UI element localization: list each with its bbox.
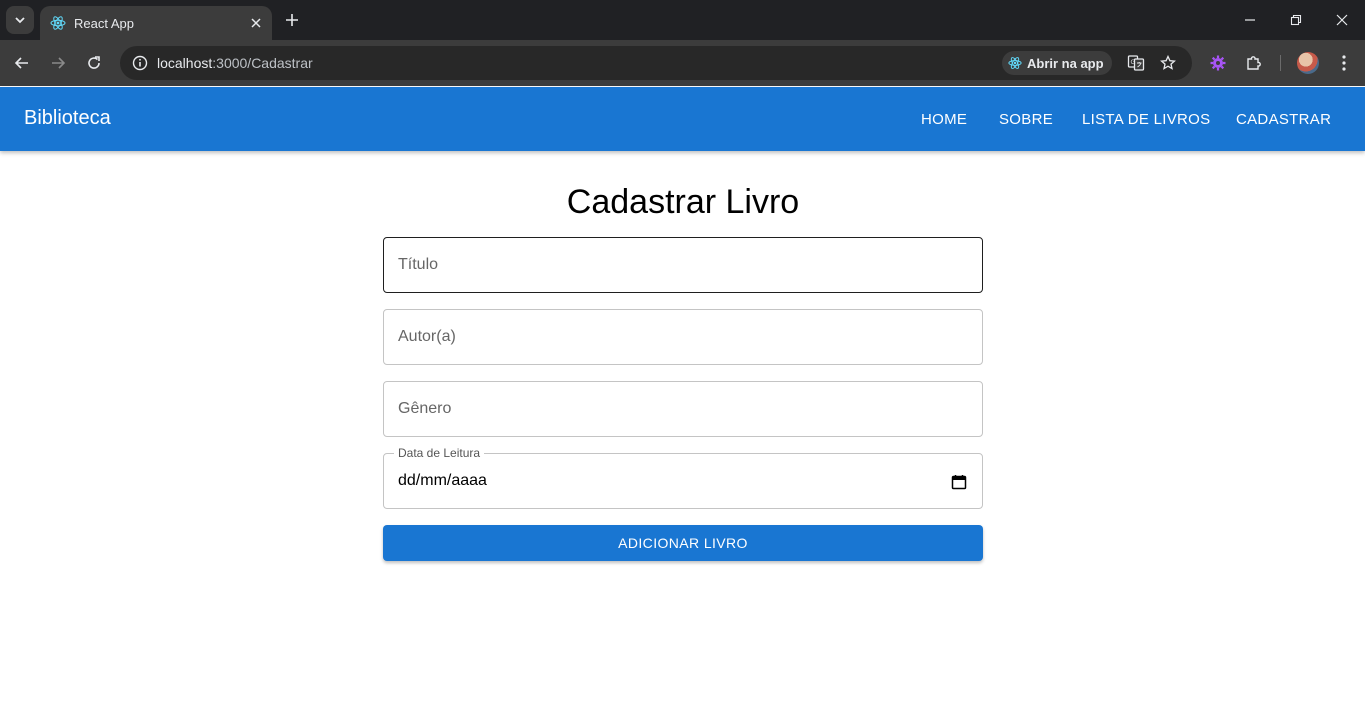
reload-icon — [88, 56, 100, 69]
minimize-window-button[interactable] — [1238, 8, 1262, 32]
profile-avatar[interactable] — [1297, 52, 1319, 74]
tab-title: React App — [74, 15, 134, 31]
react-logo-icon — [1008, 56, 1022, 70]
calendar-icon[interactable] — [950, 473, 968, 491]
browser-menu-button[interactable] — [1332, 51, 1356, 75]
forward-button[interactable] — [46, 51, 70, 75]
extensions-puzzle-icon[interactable] — [1242, 51, 1266, 75]
page-title: Cadastrar Livro — [566, 183, 800, 221]
back-button[interactable] — [10, 51, 34, 75]
svg-text:G: G — [1131, 59, 1136, 66]
tab-close-icon[interactable] — [246, 13, 266, 33]
new-tab-button[interactable] — [280, 8, 304, 32]
react-logo-icon — [50, 15, 66, 31]
address-bar[interactable]: localhost:3000/Cadastrar Abrir na app G — [120, 46, 1192, 80]
arrow-right-icon — [52, 57, 66, 69]
bookmark-star-icon[interactable] — [1156, 51, 1180, 75]
nav-link-lista-de-livros[interactable]: LISTA DE LIVROS — [1082, 111, 1210, 128]
browser-tab[interactable]: React App — [40, 6, 272, 40]
close-icon — [1336, 14, 1348, 26]
open-in-app-label: Abrir na app — [1027, 55, 1104, 71]
chevron-down-icon — [15, 17, 25, 24]
extension-gear-icon[interactable] — [1206, 51, 1230, 75]
genero-placeholder: Gênero — [398, 400, 452, 417]
tab-search-button[interactable] — [6, 6, 34, 34]
data-leitura-field[interactable]: Data de Leitura dd/mm/aaaa — [383, 446, 983, 509]
minimize-icon — [1245, 19, 1255, 21]
titulo-placeholder: Título — [398, 256, 439, 273]
data-leitura-value: dd/mm/aaaa — [398, 472, 487, 489]
kebab-menu-icon — [1342, 55, 1346, 71]
reload-button[interactable] — [82, 51, 106, 75]
nav-link-cadastrar[interactable]: CADASTRAR — [1236, 111, 1331, 128]
brand-title[interactable]: Biblioteca — [24, 107, 111, 130]
translate-icon[interactable]: G — [1124, 51, 1148, 75]
data-leitura-label: Data de Leitura — [394, 446, 485, 460]
close-window-button[interactable] — [1330, 8, 1354, 32]
browser-tab-strip: React App — [0, 0, 1365, 40]
browser-toolbar: localhost:3000/Cadastrar Abrir na app G — [0, 40, 1365, 86]
arrow-left-icon — [14, 57, 28, 69]
plus-icon — [286, 14, 298, 26]
toolbar-divider — [1280, 55, 1281, 71]
nav-link-home[interactable]: HOME — [921, 111, 967, 128]
autor-placeholder: Autor(a) — [398, 328, 456, 345]
titulo-field[interactable]: Título — [383, 237, 983, 293]
autor-field[interactable]: Autor(a) — [383, 309, 983, 365]
url-host: localhost — [157, 55, 213, 71]
add-book-button[interactable]: ADICIONAR LIVRO — [383, 525, 983, 561]
app-bar: Biblioteca HOME SOBRE LISTA DE LIVROS CA… — [0, 87, 1365, 151]
nav-link-sobre[interactable]: SOBRE — [999, 111, 1053, 128]
open-in-app-button[interactable]: Abrir na app — [1002, 51, 1112, 75]
site-info-icon[interactable] — [128, 51, 152, 75]
url-path: :3000/Cadastrar — [212, 55, 313, 71]
restore-icon — [1290, 14, 1302, 26]
restore-window-button[interactable] — [1284, 8, 1308, 32]
url-text: localhost:3000/Cadastrar — [157, 55, 313, 71]
genero-field[interactable]: Gênero — [383, 381, 983, 437]
